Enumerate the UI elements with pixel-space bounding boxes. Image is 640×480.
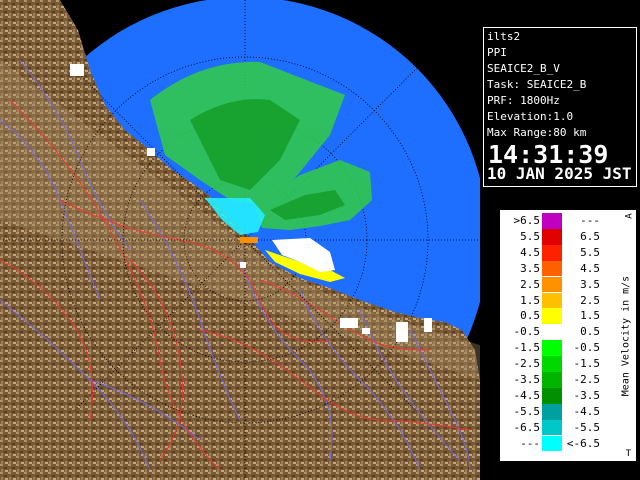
prf-value: PRF: 1800Hz	[487, 94, 560, 107]
legend-swatch	[542, 340, 562, 356]
legend-low-value: -5.5	[513, 404, 541, 418]
legend-swatch	[542, 228, 562, 245]
legend-high-value: 4.5	[580, 261, 600, 275]
legend-high-value: <-6.5	[566, 436, 600, 450]
legend-low-value: 1.5	[520, 293, 540, 307]
echo-orange	[240, 237, 258, 243]
legend-low-value: -4.5	[513, 388, 541, 402]
legend-swatch	[542, 419, 562, 436]
product-name: SEAICE2_B_V	[487, 62, 560, 75]
legend-high-value: -3.5	[573, 388, 601, 402]
legend-swatch	[542, 213, 562, 229]
legend-top-mark: A	[624, 213, 635, 219]
legend-title-text: Mean Velocity in m/s	[620, 275, 632, 396]
legend-high-value: -2.5	[573, 373, 601, 386]
legend-swatch	[542, 403, 562, 420]
legend-high-value: -4.5	[573, 404, 601, 418]
legend-swatch	[542, 435, 562, 452]
legend-high-value: 5.5	[580, 245, 600, 259]
legend-swatch	[542, 356, 562, 372]
legend-high-value: -0.5	[573, 341, 601, 355]
info-box: ilts2 PPI SEAICE2_B_V Task: SEAICE2_B PR…	[483, 27, 637, 187]
legend-low-value: -6.5	[513, 420, 541, 434]
legend-low-value: 4.5	[520, 245, 540, 259]
legend-high-value: 6.5	[580, 229, 600, 243]
legend-swatch	[542, 276, 562, 293]
legend-high-value: -1.5	[573, 357, 601, 371]
legend-low-value: -0.5	[513, 325, 541, 339]
legend-low-value: 3.5	[520, 261, 540, 275]
side-panel: ilts2 PPI SEAICE2_B_V Task: SEAICE2_B PR…	[480, 0, 640, 480]
legend-low-value: -3.5	[513, 373, 541, 386]
legend-low-value: 2.5	[520, 277, 540, 291]
legend-low-value: ---	[520, 436, 540, 450]
legend-title: Mean Velocity in m/s	[616, 210, 636, 461]
scan-type: PPI	[487, 46, 507, 59]
radar-map-svg	[0, 0, 480, 480]
legend-low-value: 5.5	[520, 229, 540, 243]
legend-high-value: ---	[580, 214, 600, 227]
legend-bottom-mark: T	[625, 449, 631, 459]
legend-low-value: >6.5	[513, 214, 541, 227]
elevation-value: Elevation:1.0	[487, 110, 574, 123]
task-name: Task: SEAICE2_B	[487, 78, 587, 91]
max-range-value: Max Range:80 km	[487, 126, 587, 139]
station-name: ilts2	[487, 30, 521, 43]
legend-swatch	[542, 387, 562, 404]
scan-date: 10 JAN 2025 JST	[487, 164, 632, 183]
legend-high-value: 3.5	[580, 277, 600, 291]
legend-high-value: 1.5	[580, 309, 600, 323]
legend-low-value: -1.5	[513, 341, 541, 355]
legend-swatch	[542, 324, 562, 341]
radar-ppi-view[interactable]	[0, 0, 480, 480]
legend-swatch	[542, 244, 562, 261]
legend-swatch	[542, 308, 562, 325]
legend-swatch	[542, 372, 562, 388]
legend-swatch	[542, 260, 562, 277]
legend-high-value: 0.5	[580, 325, 600, 339]
legend-high-value: -5.5	[573, 420, 601, 434]
legend-swatch	[542, 292, 562, 309]
legend-low-value: 0.5	[520, 309, 540, 323]
velocity-legend: >6.5 --- 5.5 6.5 4.5 5.5 3.5 4.5 2.5 3.5 1.5 2.5 0.5…	[499, 209, 637, 462]
legend-low-value: -2.5	[513, 357, 541, 371]
legend-high-value: 2.5	[580, 293, 600, 307]
